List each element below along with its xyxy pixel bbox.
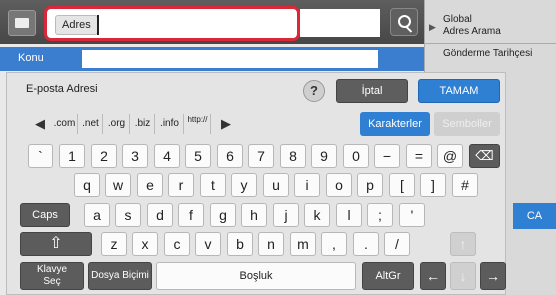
key[interactable]: h [241,203,267,227]
backspace-icon[interactable]: ⌫ [469,144,500,168]
key[interactable]: z [101,232,127,256]
right-arrow-icon[interactable]: → [480,262,506,290]
key[interactable]: b [227,232,253,256]
key[interactable]: n [258,232,284,256]
key[interactable]: f [178,203,204,227]
suffix-next-icon[interactable]: ▶ [218,114,234,134]
key[interactable]: . [353,232,379,256]
keyboard-select-key[interactable]: Klavye Seç [20,262,84,290]
address-field-extension[interactable] [300,9,380,37]
key[interactable]: 2 [91,144,117,168]
key[interactable]: l [336,203,362,227]
tab-symbols[interactable]: Semboller [434,112,500,136]
keyboard-select-line-2: Seç [43,276,61,287]
file-format-key[interactable]: Dosya Biçimi [88,262,152,290]
shift-icon[interactable]: ⇧ [20,232,92,256]
subject-row: Konu [0,47,424,71]
ca-button[interactable]: CA [513,203,556,229]
cancel-button[interactable]: İptal [336,79,408,103]
up-arrow-icon[interactable]: ↑ [450,232,476,256]
altgr-key[interactable]: AltGr [362,262,414,290]
key[interactable]: q [74,173,100,197]
left-arrow-icon[interactable]: ← [420,262,446,290]
key[interactable]: − [374,144,400,168]
key[interactable]: p [357,173,383,197]
key[interactable]: 5 [185,144,211,168]
key[interactable]: ' [399,203,425,227]
key[interactable]: ` [28,144,53,168]
key[interactable]: v [195,232,221,256]
global-line-1: Global [443,14,472,25]
key[interactable]: c [164,232,190,256]
suffix-key[interactable]: .com [52,114,78,134]
suffix-key[interactable]: .info [156,114,184,134]
key[interactable]: s [115,203,141,227]
global-line-2: Adres Arama [443,26,501,37]
search-icon[interactable] [390,8,418,36]
suffix-prev-icon[interactable]: ◀ [32,114,48,134]
caps-lock-key[interactable]: Caps [20,203,70,227]
divider [425,43,556,44]
key[interactable]: 1 [59,144,85,168]
key[interactable]: 7 [248,144,274,168]
key[interactable]: ; [367,203,393,227]
suffix-key[interactable]: .biz [131,114,155,134]
key[interactable]: d [147,203,173,227]
key[interactable]: k [304,203,330,227]
key[interactable]: [ [389,173,415,197]
key[interactable]: 0 [343,144,369,168]
text-cursor [97,15,99,35]
key[interactable]: g [210,203,236,227]
email-address-entry-screen: Adres ▶ Global Adres Arama Gönderme Tari… [0,0,556,295]
subject-field[interactable] [82,50,378,68]
subject-label: Konu [18,52,44,64]
key[interactable]: / [384,232,410,256]
suffix-key[interactable]: http:// [185,114,211,134]
key[interactable]: 8 [280,144,306,168]
key[interactable]: w [105,173,131,197]
key[interactable]: , [321,232,347,256]
address-tag: Adres [55,15,98,35]
help-button[interactable]: ? [303,80,325,102]
global-address-search-label: Global Adres Arama [443,14,501,38]
key[interactable]: ] [420,173,446,197]
global-address-search-item[interactable]: ▶ Global Adres Arama [425,14,556,40]
key[interactable]: t [200,173,226,197]
key[interactable]: o [326,173,352,197]
play-icon: ▶ [429,22,436,32]
key[interactable]: x [132,232,158,256]
key[interactable]: i [294,173,320,197]
send-history-label: Gönderme Tarihçesi [443,48,533,59]
key[interactable]: m [290,232,316,256]
key[interactable]: @ [437,144,463,168]
key[interactable]: = [406,144,432,168]
key[interactable]: a [84,203,110,227]
tab-characters[interactable]: Karakterler [360,112,430,136]
key[interactable]: 6 [217,144,243,168]
key[interactable]: j [273,203,299,227]
space-key[interactable]: Boşluk [156,262,356,290]
suffix-key[interactable]: .net [79,114,103,134]
input-mode-label: E-posta Adresi [26,83,98,95]
keyboard-select-line-1: Klavye [36,264,67,275]
key[interactable]: 3 [122,144,148,168]
key[interactable]: # [452,173,478,197]
key[interactable]: y [231,173,257,197]
key[interactable]: u [263,173,289,197]
ok-button[interactable]: TAMAM [418,79,500,103]
key[interactable]: 9 [311,144,337,168]
key[interactable]: r [168,173,194,197]
key[interactable]: e [137,173,163,197]
address-input[interactable]: Adres [44,6,300,41]
keyboard-toggle-button[interactable] [8,10,36,36]
down-arrow-icon[interactable]: ↓ [450,262,476,290]
key[interactable]: 4 [154,144,180,168]
suffix-key[interactable]: .org [104,114,130,134]
keyboard-icon [15,18,29,28]
